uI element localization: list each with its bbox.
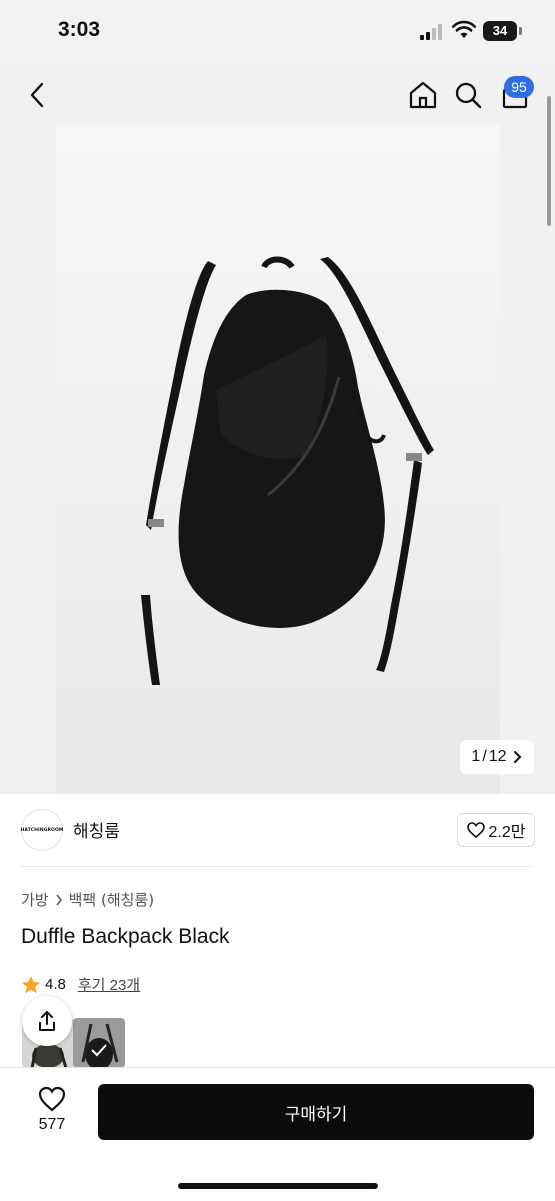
search-icon [455,82,482,109]
back-icon [30,82,44,108]
home-icon [409,81,437,109]
battery-indicator: 34 [483,21,517,41]
breadcrumb: 가방 백팩 (해칭룸) [21,889,154,910]
wishlist-count: 577 [38,1116,66,1133]
battery-tip [519,27,522,35]
chevron-right-icon [56,894,62,905]
share-icon [39,1011,55,1031]
color-thumbnail-selected[interactable] [73,1018,125,1068]
image-page-counter[interactable]: 1/12 [460,740,534,774]
status-time: 3:03 [58,18,101,41]
breadcrumb-item[interactable]: 가방 [21,889,49,910]
seller-like-count: 2.2만 [488,824,526,841]
cart-badge: 95 [504,76,534,98]
home-button[interactable] [403,75,443,115]
back-button[interactable] [18,75,58,115]
rating-score: 4.8 [45,976,66,993]
review-count-link[interactable]: 후기 23개 [78,974,140,995]
chevron-right-icon [513,751,521,763]
breadcrumb-item[interactable]: 백팩 (해칭룸) [69,889,154,910]
wifi-icon [452,20,476,38]
page-total: 12 [488,748,507,765]
share-button[interactable] [22,996,72,1046]
divider [21,866,534,867]
scrollbar[interactable] [547,96,551,226]
page-current: 1 [471,748,481,765]
check-icon [91,1044,107,1057]
seller-logo[interactable]: HATCHINGROOM [21,809,63,851]
product-image[interactable] [56,125,500,794]
status-bar: 3:03 34 [0,0,555,62]
backpack-image [141,256,434,685]
rating-row: 4.8 후기 23개 [21,974,140,995]
page-separator: / [482,748,487,765]
seller-like-button[interactable]: 2.2만 [457,813,535,847]
signal-icon [420,24,442,40]
seller-logo-text: HATCHINGROOM [20,827,64,833]
star-icon [22,975,40,993]
search-button[interactable] [448,75,488,115]
product-title: Duffle Backpack Black [21,925,230,948]
seller-name[interactable]: 해칭룸 [73,817,120,842]
home-indicator [178,1183,378,1189]
buy-button[interactable]: 구매하기 [98,1084,534,1140]
heart-icon [38,1086,66,1112]
heart-icon [466,822,485,838]
